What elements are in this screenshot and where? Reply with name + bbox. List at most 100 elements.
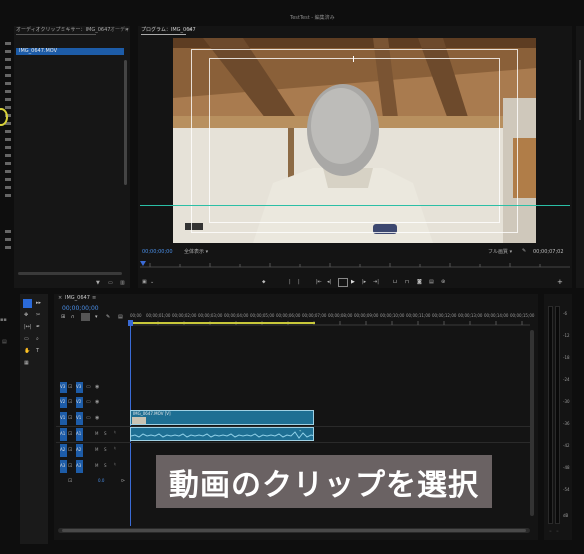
add-marker-icon[interactable]: ▾ bbox=[95, 315, 98, 320]
caption-tool-icon[interactable]: ▦ bbox=[24, 361, 29, 366]
audio-clip[interactable]: ⌁ bbox=[130, 427, 314, 441]
play-button[interactable]: ▶ bbox=[351, 280, 355, 285]
add-marker-button[interactable]: ⬥ bbox=[262, 280, 266, 285]
clip-list-item[interactable]: IMG_0647.MOV bbox=[16, 48, 124, 55]
meter-label: -42 bbox=[563, 443, 570, 448]
tab-timeline[interactable]: IMG_0647 bbox=[65, 296, 90, 301]
pen-tool-icon[interactable]: ✒ bbox=[36, 325, 40, 330]
program-marker-icon[interactable]: ▣ bbox=[142, 280, 147, 285]
slip-tool-icon[interactable]: |↔| bbox=[24, 325, 32, 330]
master-lock-icon[interactable]: ⊡ bbox=[68, 479, 72, 484]
razor-tool-icon[interactable]: ✂ bbox=[36, 313, 40, 318]
a3-mic-icon[interactable]: ♮ bbox=[114, 463, 116, 468]
zoom-tool-icon[interactable]: ⌕ bbox=[36, 337, 39, 342]
master-end-icon[interactable]: ⊳ bbox=[121, 479, 125, 484]
timeline-tab-menu[interactable]: ≡ bbox=[92, 296, 96, 301]
mark-in-button[interactable]: | bbox=[289, 280, 291, 285]
meter-solo-right[interactable]: ◦ bbox=[556, 530, 559, 535]
a3-mute-button[interactable]: M bbox=[95, 464, 98, 468]
linked-selection-icon[interactable] bbox=[81, 313, 90, 321]
program-mini-ruler[interactable] bbox=[140, 259, 570, 269]
resolution-select[interactable]: フル画質 ▾ bbox=[488, 250, 512, 255]
timeline-timecode[interactable]: 00;00;00;00 bbox=[62, 306, 99, 312]
timeline-h-scroll-thumb[interactable] bbox=[62, 529, 526, 532]
step-back-button[interactable]: ◂| bbox=[327, 280, 331, 285]
wrench-icon[interactable]: ✎ bbox=[522, 249, 526, 254]
a2-lock-icon[interactable]: ⊡ bbox=[68, 448, 72, 453]
comparison-view-icon[interactable]: ▤ bbox=[429, 280, 434, 285]
a3-lock-icon[interactable]: ⊡ bbox=[68, 464, 72, 469]
play-button-frame[interactable] bbox=[338, 278, 348, 287]
a3-track-target[interactable]: A3 bbox=[76, 460, 83, 473]
a1-mute-button[interactable]: M bbox=[95, 432, 98, 436]
rectangle-tool-icon[interactable]: ▭ bbox=[24, 337, 29, 342]
source-folder-icon[interactable]: ▭ bbox=[108, 281, 113, 286]
v2-sync-icon[interactable]: ▭ bbox=[86, 400, 91, 405]
go-to-in-button[interactable]: |⇤ bbox=[316, 280, 322, 285]
snap-icon[interactable]: ∩ bbox=[71, 315, 75, 320]
a1-lock-icon[interactable]: ⊡ bbox=[68, 432, 72, 437]
v3-sync-icon[interactable]: ▭ bbox=[86, 385, 91, 390]
a2-solo-button[interactable]: S bbox=[104, 448, 107, 452]
v1-sync-icon[interactable]: ▭ bbox=[86, 416, 91, 421]
source-scrollbar[interactable] bbox=[124, 60, 127, 185]
tab-audio-clip-mixer[interactable]: オーディオクリップミキサー：IMG_0647 bbox=[16, 28, 110, 33]
track-select-tool-icon[interactable]: ▸▸ bbox=[36, 301, 41, 306]
meter-solo-left[interactable]: ◦ bbox=[549, 530, 552, 535]
source-h-scrollbar[interactable] bbox=[18, 272, 122, 275]
v2-track-target[interactable]: V2 bbox=[76, 397, 83, 408]
workspace-sidebar-icon[interactable]: ▤ bbox=[2, 340, 7, 345]
a1-mic-icon[interactable]: ♮ bbox=[114, 431, 116, 436]
a1-solo-button[interactable]: S bbox=[104, 432, 107, 436]
go-to-out-button[interactable]: ⇥| bbox=[373, 280, 379, 285]
a1-source-patch[interactable]: A1 bbox=[60, 428, 67, 441]
video-clip[interactable]: IMG_0647.MOV [V] bbox=[130, 410, 314, 425]
v3-source-patch[interactable]: V3 bbox=[60, 382, 67, 393]
zoom-select[interactable]: 全体表示 ▾ bbox=[184, 250, 208, 255]
ruler-label: 00;00;02;00 bbox=[172, 313, 197, 318]
v3-track-target[interactable]: V3 bbox=[76, 382, 83, 393]
captions-icon[interactable]: ▤ bbox=[118, 315, 123, 320]
a2-source-patch[interactable]: A2 bbox=[60, 444, 67, 457]
mark-out-button[interactable]: | bbox=[298, 280, 300, 285]
right-edge-scrollbar[interactable] bbox=[579, 60, 581, 120]
v2-eye-icon[interactable]: ◉ bbox=[95, 400, 99, 405]
source-filter-icon[interactable]: ▼ bbox=[96, 281, 100, 286]
timeline-settings-wrench-icon[interactable]: ✎ bbox=[106, 315, 110, 320]
type-tool-icon[interactable]: T bbox=[36, 349, 39, 354]
extract-button[interactable]: ⊓ bbox=[405, 280, 409, 285]
a2-track-target[interactable]: A2 bbox=[76, 444, 83, 457]
lift-button[interactable]: ⊔ bbox=[393, 280, 397, 285]
a2-mic-icon[interactable]: ♮ bbox=[114, 447, 116, 452]
timeline-close-icon[interactable]: × bbox=[58, 296, 62, 301]
source-trash-icon[interactable]: ▥ bbox=[120, 281, 125, 286]
master-volume-value[interactable]: 0.0 bbox=[98, 479, 104, 483]
nest-toggle-icon[interactable]: ⊞ bbox=[61, 315, 65, 320]
program-tab-menu[interactable]: ≡ bbox=[188, 28, 192, 33]
ripple-edit-tool-icon[interactable]: ✥ bbox=[24, 313, 28, 318]
v1-track-target[interactable]: V1 bbox=[76, 412, 83, 425]
program-settings-icon[interactable]: ⌄ bbox=[150, 280, 154, 285]
proxy-toggle-icon[interactable]: ⊛ bbox=[441, 280, 445, 285]
work-area-bar[interactable] bbox=[130, 322, 315, 324]
add-button-icon[interactable]: + bbox=[557, 279, 563, 286]
v1-source-patch[interactable]: V1 bbox=[60, 412, 67, 425]
v2-source-patch[interactable]: V2 bbox=[60, 397, 67, 408]
v3-eye-icon[interactable]: ◉ bbox=[95, 385, 99, 390]
v1-lock-icon[interactable]: ⊡ bbox=[68, 416, 72, 421]
a3-solo-button[interactable]: S bbox=[104, 464, 107, 468]
selection-tool-icon[interactable] bbox=[23, 299, 32, 308]
step-forward-button[interactable]: |▸ bbox=[362, 280, 366, 285]
v2-lock-icon[interactable]: ⊡ bbox=[68, 400, 72, 405]
timeline-v-scrollbar[interactable] bbox=[530, 330, 534, 516]
v1-eye-icon[interactable]: ◉ bbox=[95, 416, 99, 421]
video-clip-thumbnail bbox=[132, 417, 146, 424]
program-timecode-left[interactable]: 00;00;00;00 bbox=[142, 250, 173, 255]
a3-source-patch[interactable]: A3 bbox=[60, 460, 67, 473]
a1-track-target[interactable]: A1 bbox=[76, 428, 83, 441]
hand-tool-icon[interactable]: ✋ bbox=[24, 349, 30, 354]
tab-overflow-button[interactable]: » bbox=[125, 27, 129, 33]
a2-mute-button[interactable]: M bbox=[95, 448, 98, 452]
v3-lock-icon[interactable]: ⊡ bbox=[68, 385, 72, 390]
export-frame-camera-icon[interactable]: ◙ bbox=[417, 280, 422, 285]
